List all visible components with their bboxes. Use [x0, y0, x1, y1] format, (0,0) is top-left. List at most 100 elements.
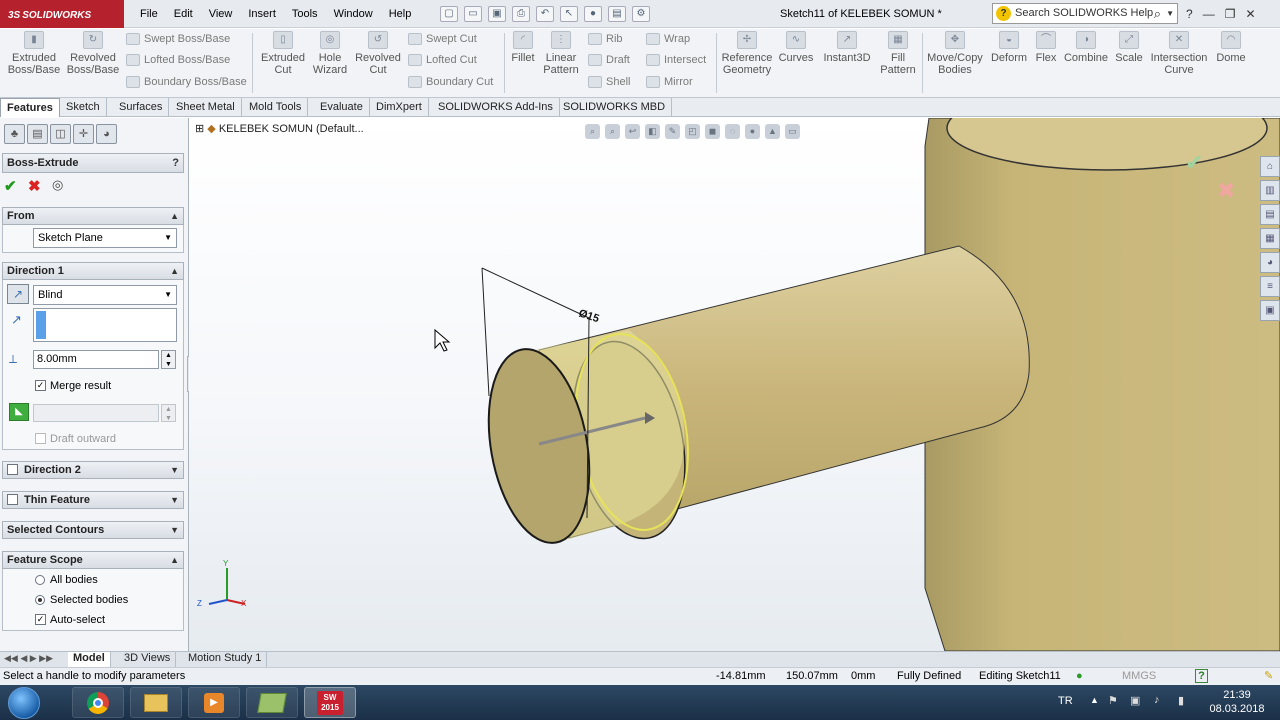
restore-icon[interactable]: ❐: [1225, 7, 1236, 21]
expand-icon[interactable]: ⊞: [195, 123, 204, 135]
ok-icon[interactable]: ✔: [4, 177, 17, 195]
tab-sketch[interactable]: Sketch: [60, 98, 107, 117]
curves-button[interactable]: ∿ Curves: [778, 31, 814, 64]
from-select[interactable]: Sketch Plane ▼: [33, 228, 177, 248]
help-icon[interactable]: ?: [172, 154, 179, 172]
wrap-button[interactable]: Wrap: [644, 29, 690, 50]
thin-feature-header[interactable]: Thin Feature ▼: [2, 491, 184, 509]
confirm-cancel-icon[interactable]: ✖: [1217, 179, 1235, 204]
view-orientation-icon[interactable]: ◰: [685, 124, 700, 139]
edit-pencil-icon[interactable]: ✎: [1264, 668, 1273, 685]
menu-tools[interactable]: Tools: [284, 0, 326, 28]
section-view-icon[interactable]: ◧: [645, 124, 660, 139]
draft-button[interactable]: Draft: [586, 50, 630, 71]
undo-icon[interactable]: ↶: [536, 6, 554, 22]
cancel-icon[interactable]: ✖: [28, 177, 41, 195]
solidworks-taskbar-button[interactable]: SW 2015: [304, 687, 356, 718]
feature-tree-icon[interactable]: ♣: [4, 124, 25, 144]
tab-motion-study[interactable]: Motion Study 1: [183, 652, 268, 667]
fillet-button[interactable]: ◜ Fillet: [508, 31, 538, 64]
from-header[interactable]: From ▲: [2, 207, 184, 225]
device-icon[interactable]: ▣: [1130, 694, 1140, 707]
lofted-boss-button[interactable]: Lofted Boss/Base: [124, 50, 230, 71]
save-icon[interactable]: ▣: [488, 6, 506, 22]
view-settings-icon[interactable]: ▭: [785, 124, 800, 139]
dome-button[interactable]: ◠ Dome: [1212, 31, 1250, 64]
configuration-manager-icon[interactable]: ◫: [50, 124, 71, 144]
draft-on-off-icon[interactable]: ◣: [9, 403, 29, 421]
linear-pattern-button[interactable]: ⋮ Linear Pattern: [540, 31, 582, 76]
feature-tree-flyout[interactable]: ⊞ ◆ KELEBEK SOMUN (Default...: [195, 122, 364, 135]
diameter-dimension[interactable]: Ø15: [577, 307, 600, 325]
chrome-button[interactable]: [72, 687, 124, 718]
shell-button[interactable]: Shell: [586, 72, 630, 93]
feature-scope-header[interactable]: Feature Scope ▲: [2, 551, 184, 569]
language-indicator[interactable]: TR: [1058, 695, 1073, 707]
selected-bodies-radio[interactable]: Selected bodies: [35, 593, 128, 607]
rib-button[interactable]: Rib: [586, 29, 623, 50]
options-icon[interactable]: ⚙: [632, 6, 650, 22]
design-library-icon[interactable]: ▥: [1260, 180, 1280, 201]
rebuild-status-icon[interactable]: ●: [1076, 668, 1083, 685]
menu-file[interactable]: File: [132, 0, 166, 28]
direction1-header[interactable]: Direction 1 ▲: [2, 262, 184, 280]
tab-mbd[interactable]: SOLIDWORKS MBD: [557, 98, 673, 117]
tab-model[interactable]: Model: [68, 652, 111, 667]
hide-show-icon[interactable]: ◌: [725, 124, 740, 139]
detailed-preview-icon[interactable]: ◎: [52, 177, 63, 193]
merge-result-checkbox[interactable]: ✓ Merge result: [35, 379, 111, 393]
app-button[interactable]: [246, 687, 298, 718]
close-icon[interactable]: ✕: [1245, 7, 1255, 21]
display-style-icon[interactable]: ◼: [705, 124, 720, 139]
reverse-direction-icon[interactable]: ↗: [7, 284, 29, 304]
file-explorer-icon[interactable]: ▤: [1260, 204, 1280, 225]
minimize-icon[interactable]: —: [1203, 7, 1215, 21]
file-properties-icon[interactable]: ▤: [608, 6, 626, 22]
clock[interactable]: 21:39 08.03.2018: [1205, 688, 1269, 716]
intersection-curve-button[interactable]: ✕ Intersection Curve: [1148, 31, 1210, 76]
custom-properties-icon[interactable]: ≡: [1260, 276, 1280, 297]
chevron-down-icon[interactable]: ▼: [1166, 4, 1174, 23]
zoom-to-fit-icon[interactable]: ⌕: [585, 124, 600, 139]
previous-view-icon[interactable]: ↩: [625, 124, 640, 139]
volume-icon[interactable]: ♪: [1154, 694, 1160, 706]
graphics-area[interactable]: Ø15 ✔ ✖ ⊞ ◆ KELEBEK SOMUN (Default... ⌕ …: [189, 118, 1280, 651]
draft-outward-checkbox[interactable]: Draft outward: [35, 432, 116, 446]
lofted-cut-button[interactable]: Lofted Cut: [406, 50, 477, 71]
select-icon[interactable]: ↖: [560, 6, 578, 22]
fill-pattern-button[interactable]: ▦ Fill Pattern: [876, 31, 920, 76]
open-icon[interactable]: ▭: [464, 6, 482, 22]
deform-button[interactable]: ◒ Deform: [988, 31, 1030, 64]
depth-spinner[interactable]: ▲ ▼: [161, 350, 176, 369]
forum-icon[interactable]: ▣: [1260, 300, 1280, 321]
edit-appearance-icon[interactable]: ●: [745, 124, 760, 139]
flex-button[interactable]: ⌒ Flex: [1032, 31, 1060, 64]
mirror-button[interactable]: Mirror: [644, 72, 693, 93]
tab-mold-tools[interactable]: Mold Tools: [243, 98, 309, 117]
auto-select-checkbox[interactable]: ✓ Auto-select: [35, 613, 105, 627]
scale-button[interactable]: ⤢ Scale: [1112, 31, 1146, 64]
search-input[interactable]: ? Search SOLIDWORKS Help ⌕ ▼: [992, 3, 1178, 24]
property-manager-icon[interactable]: ▤: [27, 124, 48, 144]
confirm-check-icon[interactable]: ✔: [1185, 151, 1203, 176]
dynamic-annotation-icon[interactable]: ✎: [665, 124, 680, 139]
tab-evaluate[interactable]: Evaluate: [314, 98, 370, 117]
new-icon[interactable]: ▢: [440, 6, 458, 22]
network-icon[interactable]: ▮: [1178, 694, 1184, 707]
boundary-cut-button[interactable]: Boundary Cut: [406, 72, 493, 93]
menu-view[interactable]: View: [201, 0, 241, 28]
dimxpert-manager-icon[interactable]: ✛: [73, 124, 94, 144]
reference-geometry-button[interactable]: ✢ Reference Geometry: [720, 31, 774, 76]
print-icon[interactable]: ⎙: [512, 6, 530, 22]
rebuild-icon[interactable]: ●: [584, 6, 602, 22]
help-icon[interactable]: ?: [1186, 7, 1193, 21]
menu-help[interactable]: Help: [381, 0, 420, 28]
search-icon[interactable]: ⌕: [1154, 4, 1161, 23]
swept-boss-button[interactable]: Swept Boss/Base: [124, 29, 230, 50]
tab-3d-views[interactable]: 3D Views: [119, 652, 177, 667]
depth-input[interactable]: 8.00mm: [33, 350, 159, 369]
combine-button[interactable]: ◑ Combine: [1062, 31, 1110, 64]
selected-contours-header[interactable]: Selected Contours ▼: [2, 521, 184, 539]
extruded-boss-button[interactable]: ▮ Extruded Boss/Base: [6, 31, 62, 76]
solidworks-resources-icon[interactable]: ⌂: [1260, 156, 1280, 177]
